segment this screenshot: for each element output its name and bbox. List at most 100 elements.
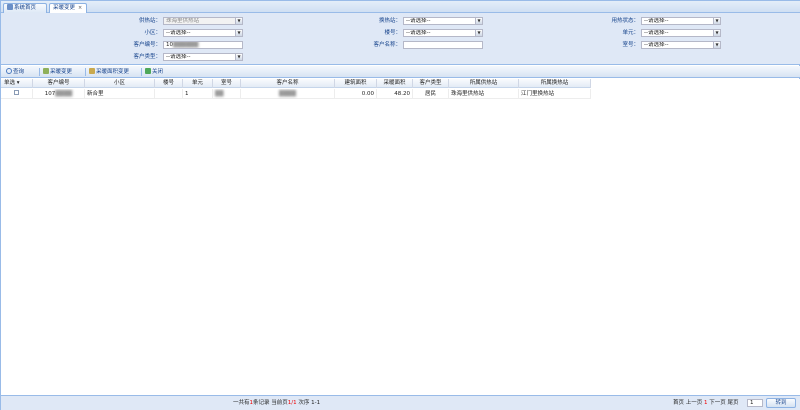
exchange-station-select[interactable]: --请选择-- ▼ — [403, 17, 483, 25]
goto-button[interactable]: 转到 — [766, 398, 796, 408]
column-header-room[interactable]: 室号 — [213, 79, 241, 88]
customer-name-label: 客户名称： — [373, 42, 401, 48]
redacted-text: ██████ — [173, 42, 199, 48]
close-label: 关闭 — [152, 69, 164, 75]
tab-home-label: 系统首页 — [14, 5, 37, 11]
redacted-text: ████ — [279, 91, 296, 97]
chevron-down-icon: ▼ — [235, 18, 242, 24]
goto-page-input[interactable]: 1 — [747, 399, 763, 407]
close-icon[interactable]: × — [78, 5, 82, 11]
tab-home[interactable]: 系统首页 — [3, 3, 47, 13]
row-radio-cell — [1, 89, 33, 99]
chevron-down-icon: ▼ — [713, 30, 720, 36]
chevron-down-icon: ▼ — [713, 18, 720, 24]
room-select[interactable]: --请选择-- ▼ — [641, 41, 721, 49]
record-summary: 一共有1条记录 当前页1/1 次序 1-1 — [233, 400, 321, 406]
customer-type-select[interactable]: --请选择-- ▼ — [163, 53, 243, 61]
pager-links: 首页 上一页 1 下一页 尾页 — [673, 399, 739, 408]
cell-customer-type: 居民 — [413, 89, 449, 99]
column-header-supply-station[interactable]: 所属供热站 — [449, 79, 519, 88]
cell-supply-station: 珠海里供热站 — [449, 89, 519, 99]
building-value: --请选择-- — [406, 30, 431, 36]
column-header-building[interactable]: 楼号 — [155, 79, 183, 88]
unit-label: 单元： — [622, 30, 639, 36]
current-page-number: 1 — [704, 400, 708, 406]
supply-station-select[interactable]: 珠海里供热站 ▼ — [163, 17, 243, 25]
room-value: --请选择-- — [644, 42, 669, 48]
grid-header: 单选 ▾ 客户编号 小区 楼号 单元 室号 客户名称 建筑面积 采暖面积 客户类… — [1, 79, 591, 88]
column-header-customer-type[interactable]: 客户类型 — [413, 79, 449, 88]
column-header-exchange-station[interactable]: 所属换热站 — [519, 79, 591, 88]
heating-change-button[interactable]: 采暖变更 — [43, 68, 72, 77]
building-select[interactable]: --请选择-- ▼ — [403, 29, 483, 37]
chevron-down-icon: ▼ — [235, 54, 242, 60]
pagination-bar: 一共有1条记录 当前页1/1 次序 1-1 首页 上一页 1 下一页 尾页 1 … — [1, 395, 800, 410]
column-header-select[interactable]: 单选 ▾ — [1, 79, 33, 88]
cell-community: 新合里 — [85, 89, 155, 99]
table-row[interactable]: 107████ 新合里 1 ██ ████ 0.00 48.20 居民 珠海里供… — [1, 89, 591, 99]
customer-no-label: 客户编号： — [133, 42, 161, 48]
cell-unit: 1 — [183, 89, 213, 99]
column-header-community[interactable]: 小区 — [85, 79, 155, 88]
tab-bar: 系统首页 采暖变更 × — [1, 1, 800, 14]
sort-down-icon: ▾ — [16, 80, 20, 86]
heating-area-change-button[interactable]: 采暖面积变更 — [89, 68, 129, 77]
first-page-link[interactable]: 首页 — [673, 400, 684, 406]
chevron-down-icon: ▼ — [713, 42, 720, 48]
cell-customer-no: 107████ — [33, 89, 85, 99]
cell-building — [155, 89, 183, 99]
heating-change-label: 采暖变更 — [50, 69, 73, 75]
cell-exchange-station: 江门里换热站 — [519, 89, 591, 99]
column-header-customer-no[interactable]: 客户编号 — [33, 79, 85, 88]
column-header-building-area[interactable]: 建筑面积 — [335, 79, 377, 88]
chevron-down-icon: ▼ — [235, 30, 242, 36]
column-header-heating-area[interactable]: 采暖面积 — [377, 79, 413, 88]
redacted-text: ████ — [55, 91, 73, 97]
heating-status-label: 用热状态： — [611, 18, 639, 24]
building-label: 楼号： — [384, 30, 401, 36]
unit-select[interactable]: --请选择-- ▼ — [641, 29, 721, 37]
room-label: 室号： — [622, 42, 639, 48]
cell-customer-name: ████ — [241, 89, 335, 99]
next-page-link[interactable]: 下一页 — [709, 400, 726, 406]
edit-icon — [43, 68, 49, 74]
community-label: 小区： — [144, 30, 161, 36]
cell-building-area: 0.00 — [335, 89, 377, 99]
prev-page-link[interactable]: 上一页 — [686, 400, 703, 406]
exchange-station-value: --请选择-- — [406, 18, 431, 24]
toolbar-separator — [141, 68, 142, 76]
data-grid: 单选 ▾ 客户编号 小区 楼号 单元 室号 客户名称 建筑面积 采暖面积 客户类… — [1, 79, 800, 395]
close-icon — [145, 68, 151, 74]
toolbar-separator — [39, 68, 40, 76]
toolbar-separator — [85, 68, 86, 76]
last-page-link[interactable]: 尾页 — [728, 400, 739, 406]
column-header-customer-name[interactable]: 客户名称 — [241, 79, 335, 88]
query-label: 查询 — [13, 69, 25, 75]
heating-area-change-label: 采暖面积变更 — [96, 69, 130, 75]
community-select[interactable]: --请选择-- ▼ — [163, 29, 243, 37]
customer-no-value: 10 — [166, 42, 173, 48]
chevron-down-icon: ▼ — [475, 18, 482, 24]
chevron-down-icon: ▼ — [475, 30, 482, 36]
search-icon — [6, 68, 12, 74]
customer-type-value: --请选择-- — [166, 54, 191, 60]
close-button[interactable]: 关闭 — [145, 68, 163, 77]
community-value: --请选择-- — [166, 30, 191, 36]
app-frame: 系统首页 采暖变更 × 供热站： 珠海里供热站 ▼ 换热站： --请选择-- ▼ 用热… — [0, 0, 800, 410]
column-header-unit[interactable]: 单元 — [183, 79, 213, 88]
home-icon — [7, 4, 13, 10]
exchange-station-label: 换热站： — [378, 18, 401, 24]
query-button[interactable]: 查询 — [6, 68, 24, 77]
cell-heating-area: 48.20 — [377, 89, 413, 99]
search-form: 供热站： 珠海里供热站 ▼ 换热站： --请选择-- ▼ 用热状态： --请选择--… — [1, 13, 800, 65]
toolbar: 查询 采暖变更 采暖面积变更 关闭 — [1, 66, 800, 78]
supply-station-value: 珠海里供热站 — [166, 18, 200, 24]
customer-name-input[interactable] — [403, 41, 483, 49]
row-select-checkbox[interactable] — [14, 90, 19, 95]
unit-value: --请选择-- — [644, 30, 669, 36]
cell-room: ██ — [213, 89, 241, 99]
heating-status-select[interactable]: --请选择-- ▼ — [641, 17, 721, 25]
edit-icon — [89, 68, 95, 74]
customer-type-label: 客户类型： — [133, 54, 161, 60]
customer-no-input[interactable]: 10██████ — [163, 41, 243, 49]
